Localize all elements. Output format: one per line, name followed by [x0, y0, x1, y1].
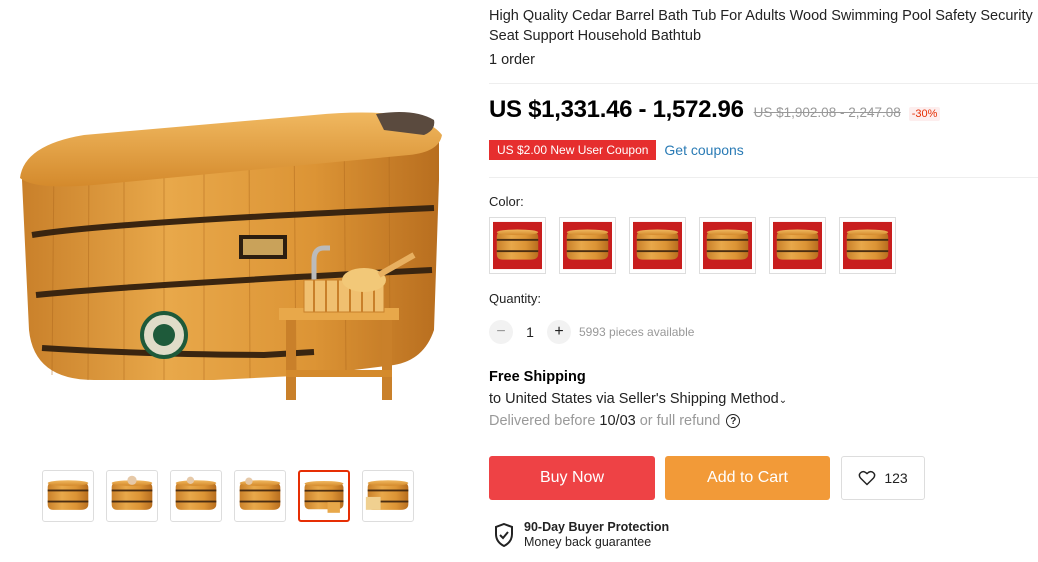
- delivery-suffix: or full refund: [639, 413, 721, 429]
- buyer-protection: 90-Day Buyer Protection Money back guara…: [494, 520, 669, 550]
- protection-text: 90-Day Buyer Protection Money back guara…: [524, 520, 669, 550]
- thumbnail-1[interactable]: [42, 470, 94, 522]
- divider: [489, 83, 1038, 84]
- get-coupons-link[interactable]: Get coupons: [664, 142, 743, 158]
- color-swatch-4[interactable]: [699, 217, 756, 274]
- thumbnail-4[interactable]: [234, 470, 286, 522]
- protection-subtitle: Money back guarantee: [524, 535, 652, 549]
- current-price: US $1,331.46 - 1,572.96: [489, 96, 744, 123]
- color-swatches: [489, 217, 896, 274]
- thumbnail-3[interactable]: [170, 470, 222, 522]
- delivery-prefix: Delivered before: [489, 413, 596, 429]
- product-title: High Quality Cedar Barrel Bath Tub For A…: [489, 8, 1033, 44]
- quantity-label: Quantity:: [489, 291, 542, 306]
- price-row: US $1,331.46 - 1,572.96 US $1,902.08 - 2…: [489, 96, 941, 124]
- shield-check-icon: [495, 523, 513, 547]
- wishlist-button[interactable]: 123: [841, 456, 925, 500]
- wishlist-count: 123: [884, 470, 908, 486]
- color-swatch-6[interactable]: [839, 217, 896, 274]
- delivery-estimate: Delivered before 10/03 or full refund ?: [489, 413, 741, 429]
- color-swatch-3[interactable]: [629, 217, 686, 274]
- coupon-row: US $2.00 New User Coupon Get coupons: [489, 140, 744, 160]
- discount-badge: -30%: [908, 107, 941, 121]
- original-price: US $1,902.08 - 2,247.08: [753, 105, 901, 120]
- buy-now-button[interactable]: Buy Now: [489, 456, 655, 500]
- color-swatch-1[interactable]: [489, 217, 546, 274]
- product-gallery: [0, 0, 470, 562]
- thumbnail-2[interactable]: [106, 470, 158, 522]
- color-label: Color:: [489, 194, 524, 209]
- quantity-value[interactable]: 1: [513, 324, 547, 340]
- color-swatch-5[interactable]: [769, 217, 826, 274]
- thumbnail-strip: [42, 470, 414, 522]
- heart-icon: [858, 470, 876, 486]
- stock-available: 5993 pieces available: [579, 325, 695, 339]
- quantity-plus-button[interactable]: +: [547, 320, 571, 344]
- quantity-stepper: − 1 + 5993 pieces available: [489, 320, 694, 344]
- delivery-date: 10/03: [599, 413, 636, 429]
- shipping-method-text[interactable]: to United States via Seller's Shipping M…: [489, 391, 779, 407]
- quantity-minus-button[interactable]: −: [489, 320, 513, 344]
- color-swatch-2[interactable]: [559, 217, 616, 274]
- shipping-method[interactable]: to United States via Seller's Shipping M…: [489, 391, 787, 407]
- shipping-title: Free Shipping: [489, 369, 586, 385]
- chevron-down-icon[interactable]: ⌄: [779, 395, 787, 406]
- help-icon[interactable]: ?: [726, 414, 741, 428]
- coupon-badge: US $2.00 New User Coupon: [489, 140, 657, 160]
- thumbnail-6[interactable]: [362, 470, 414, 522]
- divider: [489, 177, 1038, 178]
- main-product-image[interactable]: [14, 90, 454, 430]
- order-count: 1 order: [489, 52, 535, 68]
- action-buttons: Buy Now Add to Cart 123: [489, 456, 925, 500]
- protection-title: 90-Day Buyer Protection: [524, 520, 670, 534]
- add-to-cart-button[interactable]: Add to Cart: [665, 456, 830, 500]
- thumbnail-5-active[interactable]: [298, 470, 350, 522]
